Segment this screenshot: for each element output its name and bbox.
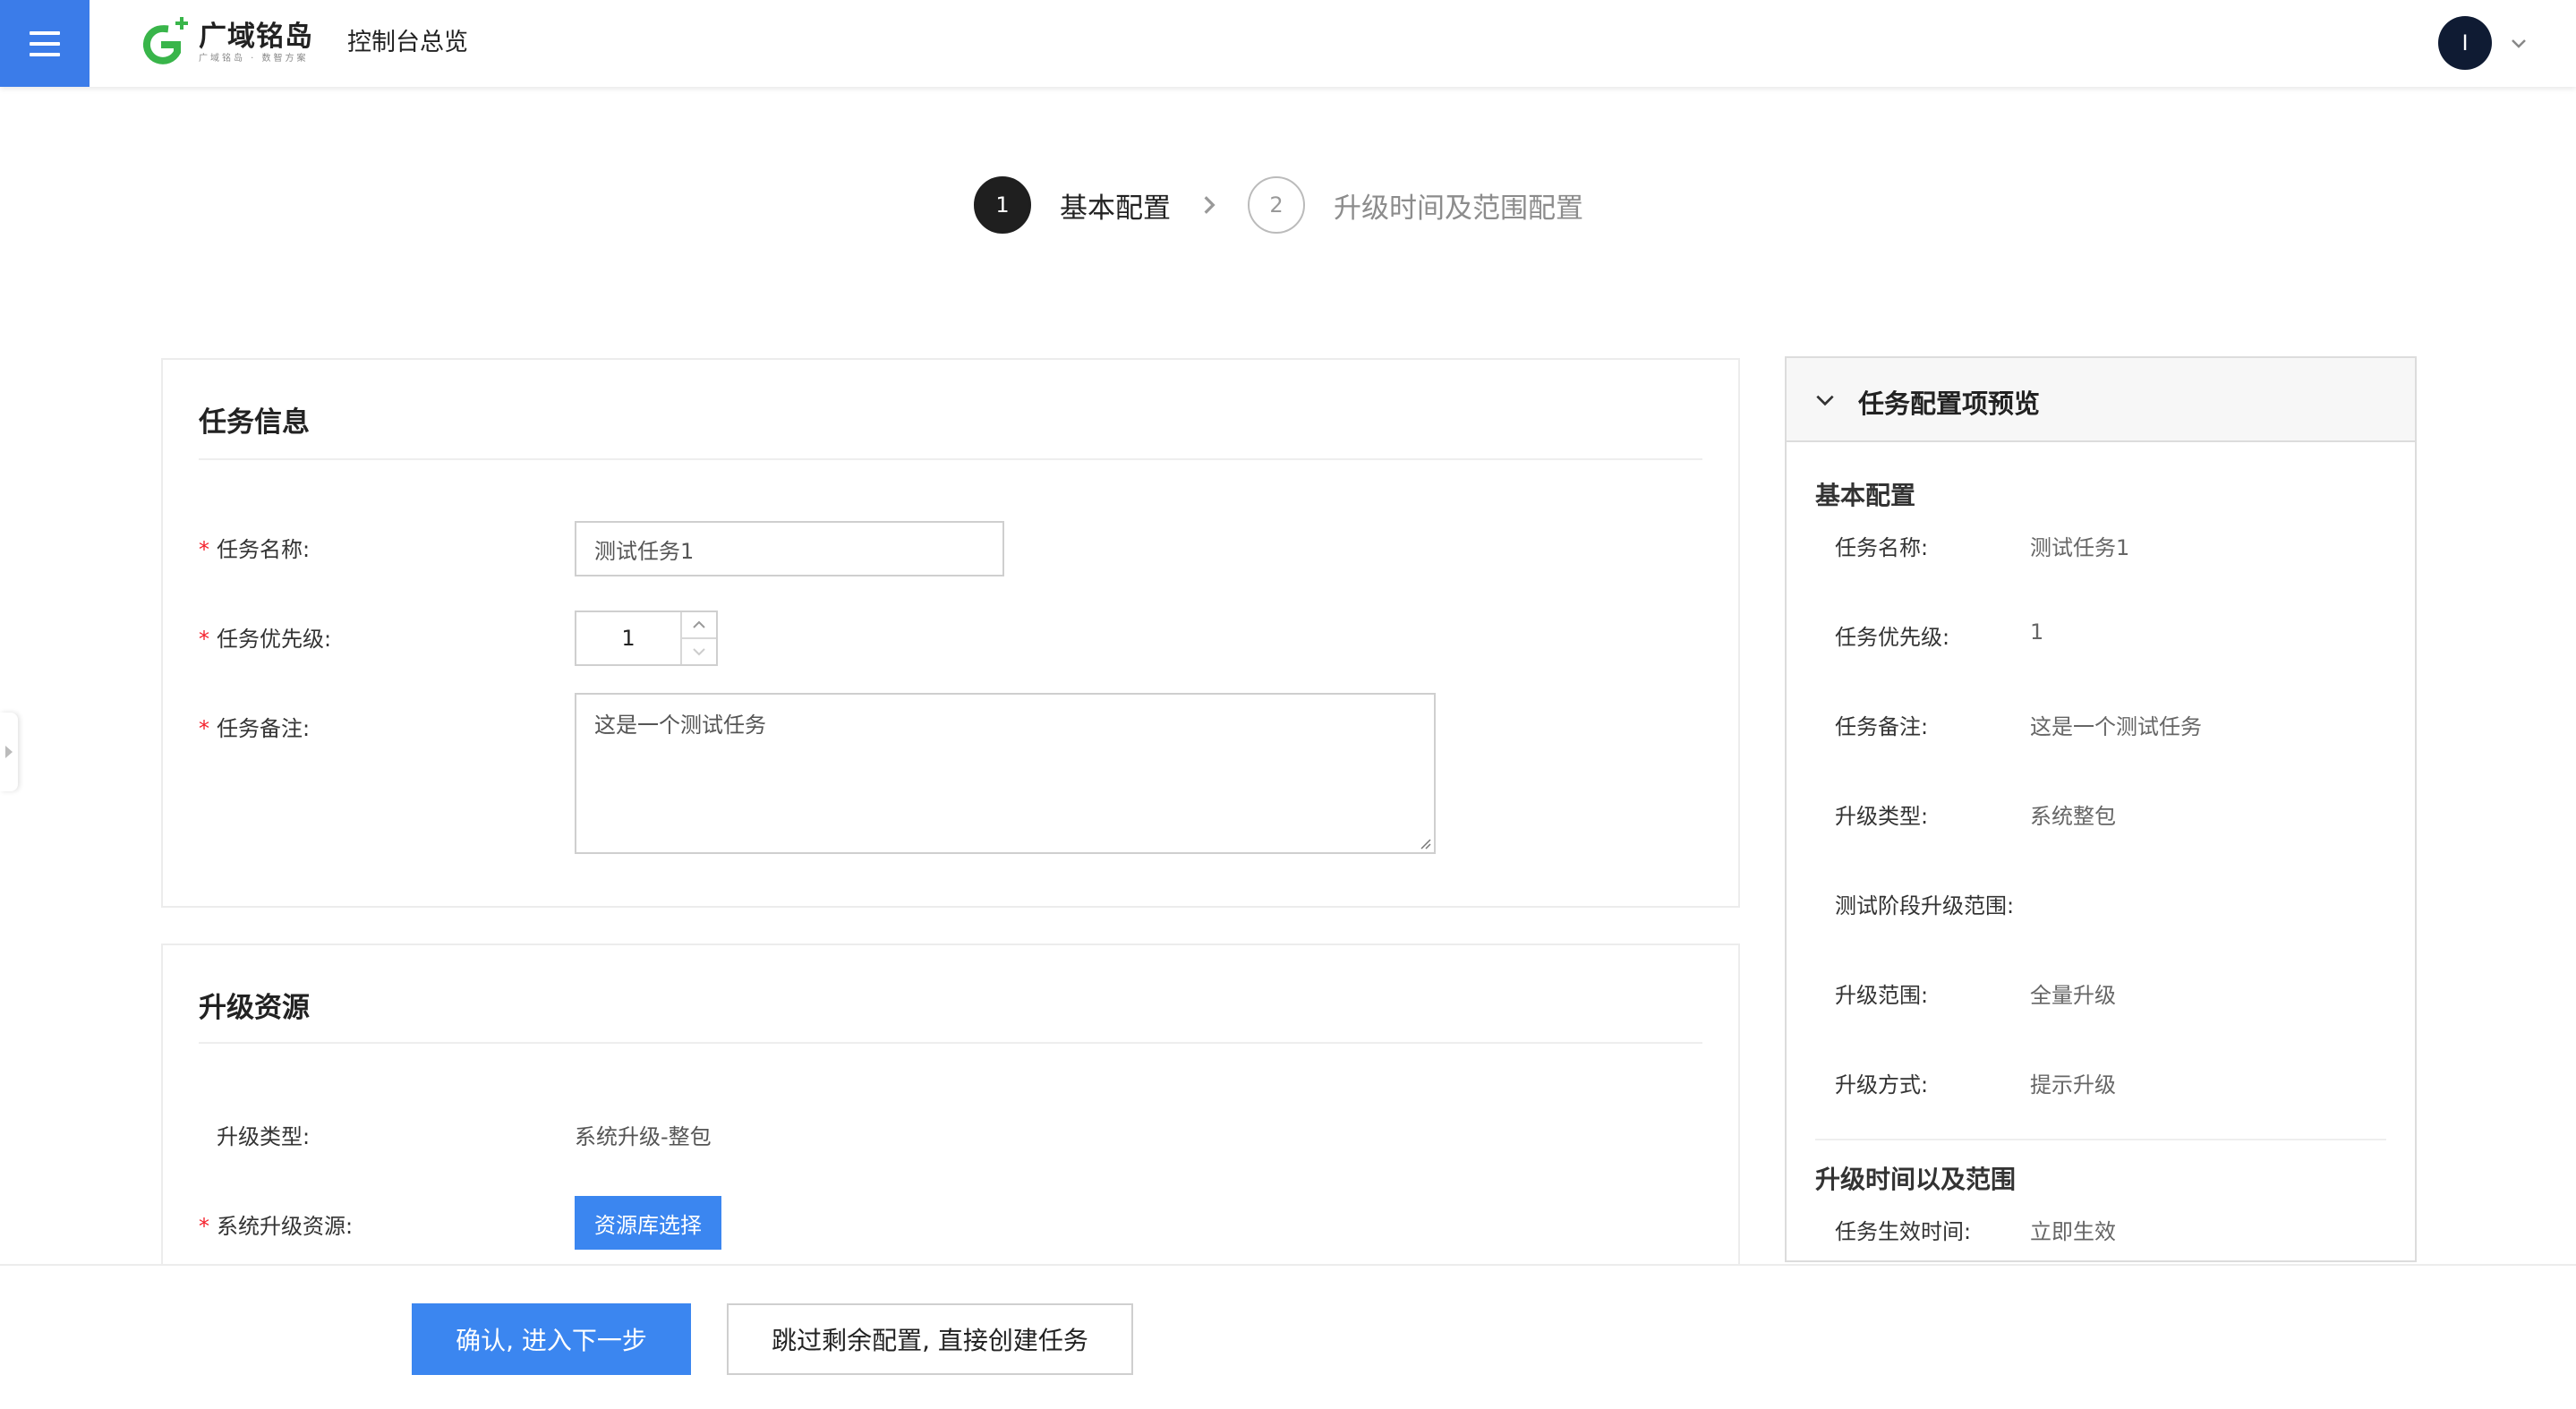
chevron-down-icon[interactable] xyxy=(1813,389,1837,412)
step-2-label: 升级时间及范围配置 xyxy=(1334,192,1583,225)
upgrade-resource-title: 升级资源 xyxy=(199,992,310,1024)
task-note-textarea[interactable]: 这是一个测试任务 xyxy=(575,693,1436,854)
caret-right-icon xyxy=(5,746,13,758)
confirm-next-step-button[interactable]: 确认, 进入下一步 xyxy=(412,1303,691,1375)
page: 广域铭岛 广域铭岛 · 数智方案 控制台总览 I 1 基本配置 2 升级时间及范… xyxy=(0,0,2576,1409)
resize-grip-icon[interactable] xyxy=(1418,836,1432,850)
preview-item-value: 测试任务1 xyxy=(2030,535,2130,560)
bottom-action-bar xyxy=(0,1264,2576,1409)
preview-item-label: 升级范围: xyxy=(1835,983,1929,1008)
step-2-circle: 2 xyxy=(1248,176,1305,234)
chevron-down-icon xyxy=(693,648,705,656)
preview-title: 任务配置项预览 xyxy=(1858,389,2041,419)
task-name-label: * 任务名称: xyxy=(199,537,311,562)
preview-item-label: 任务名称: xyxy=(1835,535,1929,560)
chevron-up-icon xyxy=(693,620,705,628)
task-note-label: * 任务备注: xyxy=(199,716,311,741)
preview-item-value: 提示升级 xyxy=(2030,1072,2116,1097)
preview-item-value: 立即生效 xyxy=(2030,1219,2116,1244)
hamburger-icon-line xyxy=(30,41,60,46)
step-1-circle: 1 xyxy=(974,176,1031,234)
increment-button[interactable] xyxy=(682,612,716,637)
priority-value[interactable]: 1 xyxy=(576,612,680,664)
step-1-label: 基本配置 xyxy=(1060,192,1171,225)
divider xyxy=(1815,1139,2386,1140)
upgrade-resource-card: 升级资源 升级类型: 系统升级-整包 * 系统升级资源: 资源库选择 xyxy=(161,944,1740,1302)
resource-library-select-button[interactable]: 资源库选择 xyxy=(575,1196,721,1250)
task-config-preview-panel: 任务配置项预览 基本配置 任务名称: 测试任务1 任务优先级: 1 任务备注: … xyxy=(1785,356,2417,1262)
logo-subtitle: 广域铭岛 · 数智方案 xyxy=(199,54,309,64)
top-navigation-bar: 广域铭岛 广域铭岛 · 数智方案 控制台总览 I xyxy=(0,0,2576,87)
preview-item-value: 1 xyxy=(2030,619,2044,645)
app-title[interactable]: 控制台总览 xyxy=(347,25,468,61)
preview-item-label: 升级类型: xyxy=(1835,804,1929,829)
hamburger-icon-line xyxy=(30,30,60,35)
task-note-text: 这是一个测试任务 xyxy=(594,713,766,738)
preview-time-section-title: 升级时间以及范围 xyxy=(1815,1165,2017,1194)
decrement-button[interactable] xyxy=(682,637,716,664)
preview-item-label: 测试阶段升级范围: xyxy=(1835,893,2015,918)
hamburger-icon-line xyxy=(30,52,60,56)
divider xyxy=(199,458,1702,460)
task-priority-label: * 任务优先级: xyxy=(199,627,332,652)
menu-toggle-button[interactable] xyxy=(0,0,90,87)
preview-item-label: 任务生效时间: xyxy=(1835,1219,1972,1244)
required-mark: * xyxy=(199,716,209,741)
divider xyxy=(199,1042,1702,1044)
preview-item-label: 升级方式: xyxy=(1835,1072,1929,1097)
preview-item-value: 系统整包 xyxy=(2030,804,2116,829)
task-info-card: 任务信息 * 任务名称: 测试任务1 * 任务优先级: 1 * 任务备注: 这是一个测… xyxy=(161,358,1740,908)
sidebar-expand-handle[interactable] xyxy=(0,713,18,791)
chevron-right-icon xyxy=(1204,196,1215,214)
task-name-input[interactable]: 测试任务1 xyxy=(575,521,1004,576)
logo-name: 广域铭岛 xyxy=(199,21,313,53)
chevron-down-icon[interactable] xyxy=(2508,32,2529,54)
required-mark: * xyxy=(199,627,209,652)
preview-item-label: 任务优先级: xyxy=(1835,625,1950,650)
task-priority-stepper[interactable]: 1 xyxy=(575,611,718,666)
preview-basic-section-title: 基本配置 xyxy=(1815,481,1916,510)
preview-header[interactable]: 任务配置项预览 xyxy=(1787,358,2415,442)
preview-item-value: 这是一个测试任务 xyxy=(2030,714,2202,739)
skip-create-task-button[interactable]: 跳过剩余配置, 直接创建任务 xyxy=(727,1303,1133,1375)
required-mark: * xyxy=(199,1214,209,1239)
upgrade-type-value: 系统升级-整包 xyxy=(575,1124,712,1149)
brand-logo[interactable]: 广域铭岛 广域铭岛 · 数智方案 xyxy=(134,16,313,70)
system-upgrade-resource-label: * 系统升级资源: xyxy=(199,1214,354,1239)
step-indicator: 1 基本配置 2 升级时间及范围配置 xyxy=(974,175,1583,235)
required-mark: * xyxy=(199,537,209,562)
logo-icon xyxy=(142,17,188,64)
upgrade-type-label: 升级类型: xyxy=(217,1124,311,1149)
user-avatar[interactable]: I xyxy=(2438,16,2492,70)
preview-item-value: 全量升级 xyxy=(2030,983,2116,1008)
task-info-title: 任务信息 xyxy=(199,406,310,439)
preview-item-label: 任务备注: xyxy=(1835,714,1929,739)
